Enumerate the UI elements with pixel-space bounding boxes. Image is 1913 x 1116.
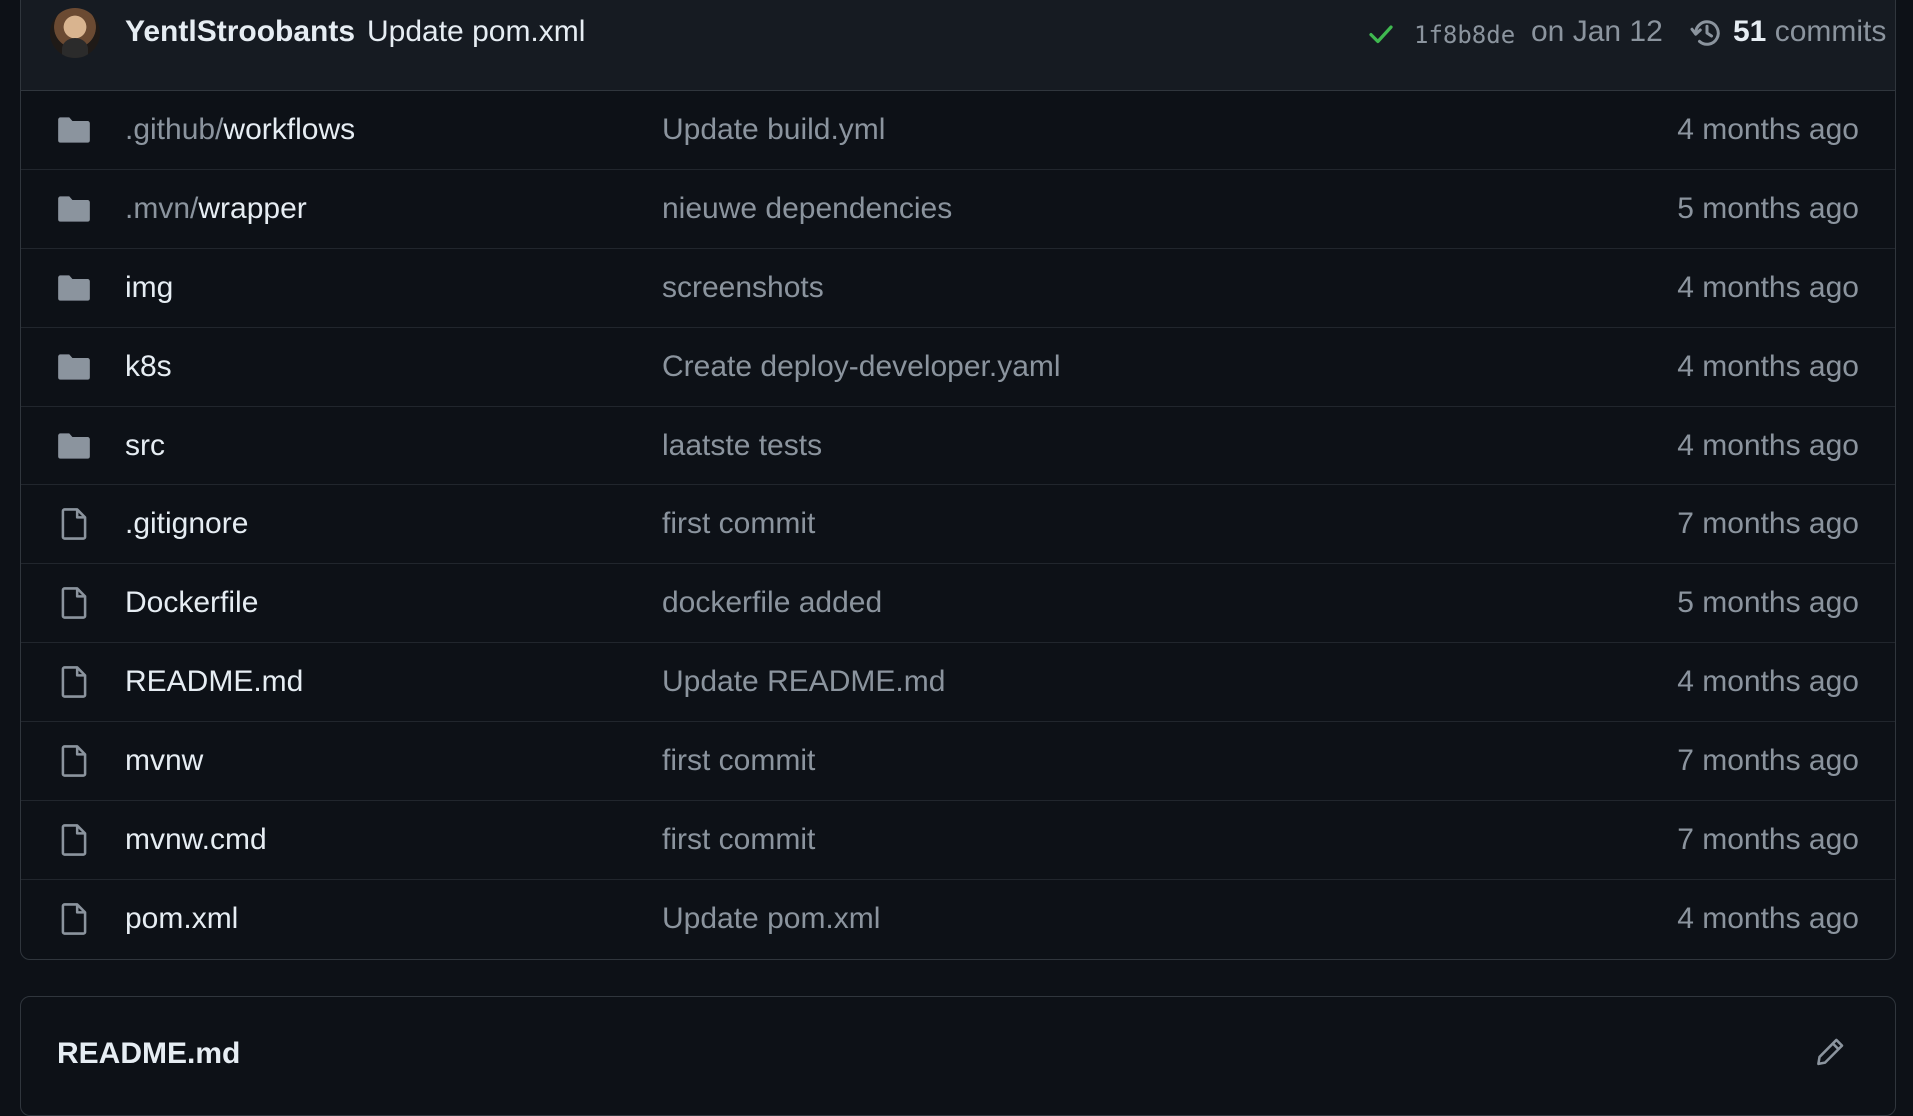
file-row[interactable]: pom.xml Update pom.xml 4 months ago <box>21 880 1895 959</box>
file-name: pom.xml <box>125 901 239 935</box>
path-prefix: .mvn/ <box>125 191 199 225</box>
file-commit-message[interactable]: screenshots <box>662 271 824 305</box>
file-age: 4 months ago <box>1677 428 1859 462</box>
file-age: 4 months ago <box>1677 349 1859 383</box>
readme-title[interactable]: README.md <box>57 1037 240 1071</box>
commit-sha[interactable]: 1f8b8de <box>1414 21 1515 49</box>
file-row[interactable]: Dockerfile dockerfile added 5 months ago <box>21 564 1895 644</box>
check-icon[interactable] <box>1366 19 1396 49</box>
file-name-link[interactable]: .github/workflows <box>125 113 355 147</box>
file-commit-message[interactable]: Update README.md <box>662 665 945 699</box>
file-age: 7 months ago <box>1677 507 1859 541</box>
file-icon <box>55 505 93 543</box>
file-list: .github/workflows Update build.yml 4 month… <box>21 91 1895 959</box>
commit-count-label: commits <box>1774 15 1887 48</box>
file-name: README.md <box>125 665 304 699</box>
latest-commit-bar: YentlStroobants Update pom.xml 1f8b8de o… <box>21 0 1895 91</box>
file-age: 7 months ago <box>1677 744 1859 778</box>
file-age: 7 months ago <box>1677 823 1859 857</box>
commit-date: on Jan 12 <box>1531 15 1663 48</box>
file-icon <box>55 821 93 859</box>
file-age: 4 months ago <box>1677 113 1859 146</box>
file-name-link[interactable]: Dockerfile <box>125 586 258 620</box>
file-browser: YentlStroobants Update pom.xml 1f8b8de o… <box>20 0 1896 960</box>
file-age: 4 months ago <box>1677 901 1859 935</box>
file-name-link[interactable]: README.md <box>125 665 303 699</box>
file-name: img <box>125 270 174 304</box>
file-age: 5 months ago <box>1677 191 1859 225</box>
file-row[interactable]: .github/workflows Update build.yml 4 month… <box>21 91 1895 170</box>
file-commit-message[interactable]: dockerfile added <box>662 586 882 620</box>
pencil-icon[interactable] <box>1813 1035 1847 1069</box>
file-commit-message[interactable]: laatste tests <box>662 429 822 463</box>
file-name: .gitignore <box>125 507 249 541</box>
folder-icon <box>55 269 93 307</box>
file-name: mvnw.cmd <box>125 823 267 857</box>
file-row[interactable]: mvnw first commit 7 months ago <box>21 722 1895 802</box>
file-age: 4 months ago <box>1677 270 1859 304</box>
file-row[interactable]: k8s Create deploy-developer.yaml 4 months … <box>21 328 1895 407</box>
history-icon[interactable] <box>1689 15 1725 51</box>
file-name: wrapper <box>198 191 307 225</box>
file-row[interactable]: .gitignore first commit 7 months ago <box>21 485 1895 565</box>
file-age: 4 months ago <box>1677 665 1859 699</box>
file-row[interactable]: mvnw.cmd first commit 7 months ago <box>21 801 1895 880</box>
file-name-link[interactable]: mvnw.cmd <box>125 823 267 857</box>
file-commit-message[interactable]: first commit <box>662 507 815 541</box>
file-commit-message[interactable]: first commit <box>662 744 815 778</box>
file-name-link[interactable]: k8s <box>125 350 172 384</box>
file-age: 5 months ago <box>1677 586 1859 620</box>
file-name-link[interactable]: img <box>125 271 173 305</box>
path-prefix: .github/ <box>125 113 224 146</box>
file-name-link[interactable]: src <box>125 429 165 463</box>
avatar[interactable] <box>50 8 100 58</box>
file-row[interactable]: src laatste tests 4 months ago <box>21 407 1895 486</box>
file-icon <box>55 742 93 780</box>
file-icon <box>55 584 93 622</box>
file-name: k8s <box>125 349 172 383</box>
file-name: src <box>125 428 165 462</box>
file-name-link[interactable]: .gitignore <box>125 507 248 541</box>
file-row[interactable]: img screenshots 4 months ago <box>21 249 1895 328</box>
folder-icon <box>55 190 93 228</box>
file-icon <box>55 663 93 701</box>
file-name: mvnw <box>125 744 204 778</box>
file-name: Dockerfile <box>125 586 259 620</box>
readme-panel: README.md <box>20 996 1896 1116</box>
file-name: workflows <box>223 113 356 146</box>
folder-icon <box>55 348 93 386</box>
file-name-link[interactable]: pom.xml <box>125 902 238 936</box>
file-commit-message[interactable]: Update pom.xml <box>662 902 880 936</box>
file-name-link[interactable]: .mvn/wrapper <box>125 192 307 226</box>
commit-author[interactable]: YentlStroobants <box>125 15 355 49</box>
file-commit-message[interactable]: Create deploy-developer.yaml <box>662 350 1061 384</box>
file-commit-message[interactable]: first commit <box>662 823 815 857</box>
folder-icon <box>55 427 93 465</box>
file-name-link[interactable]: mvnw <box>125 744 203 778</box>
commit-message[interactable]: Update pom.xml <box>367 15 585 49</box>
file-commit-message[interactable]: Update build.yml <box>662 113 885 147</box>
commits-link[interactable]: 51 commits <box>1733 15 1886 49</box>
commit-count: 51 <box>1733 15 1767 48</box>
file-icon <box>55 900 93 938</box>
file-row[interactable]: README.md Update README.md 4 months ago <box>21 643 1895 723</box>
file-commit-message[interactable]: nieuwe dependencies <box>662 192 952 226</box>
file-row[interactable]: .mvn/wrapper nieuwe dependencies 5 months … <box>21 170 1895 249</box>
folder-icon <box>55 111 93 149</box>
